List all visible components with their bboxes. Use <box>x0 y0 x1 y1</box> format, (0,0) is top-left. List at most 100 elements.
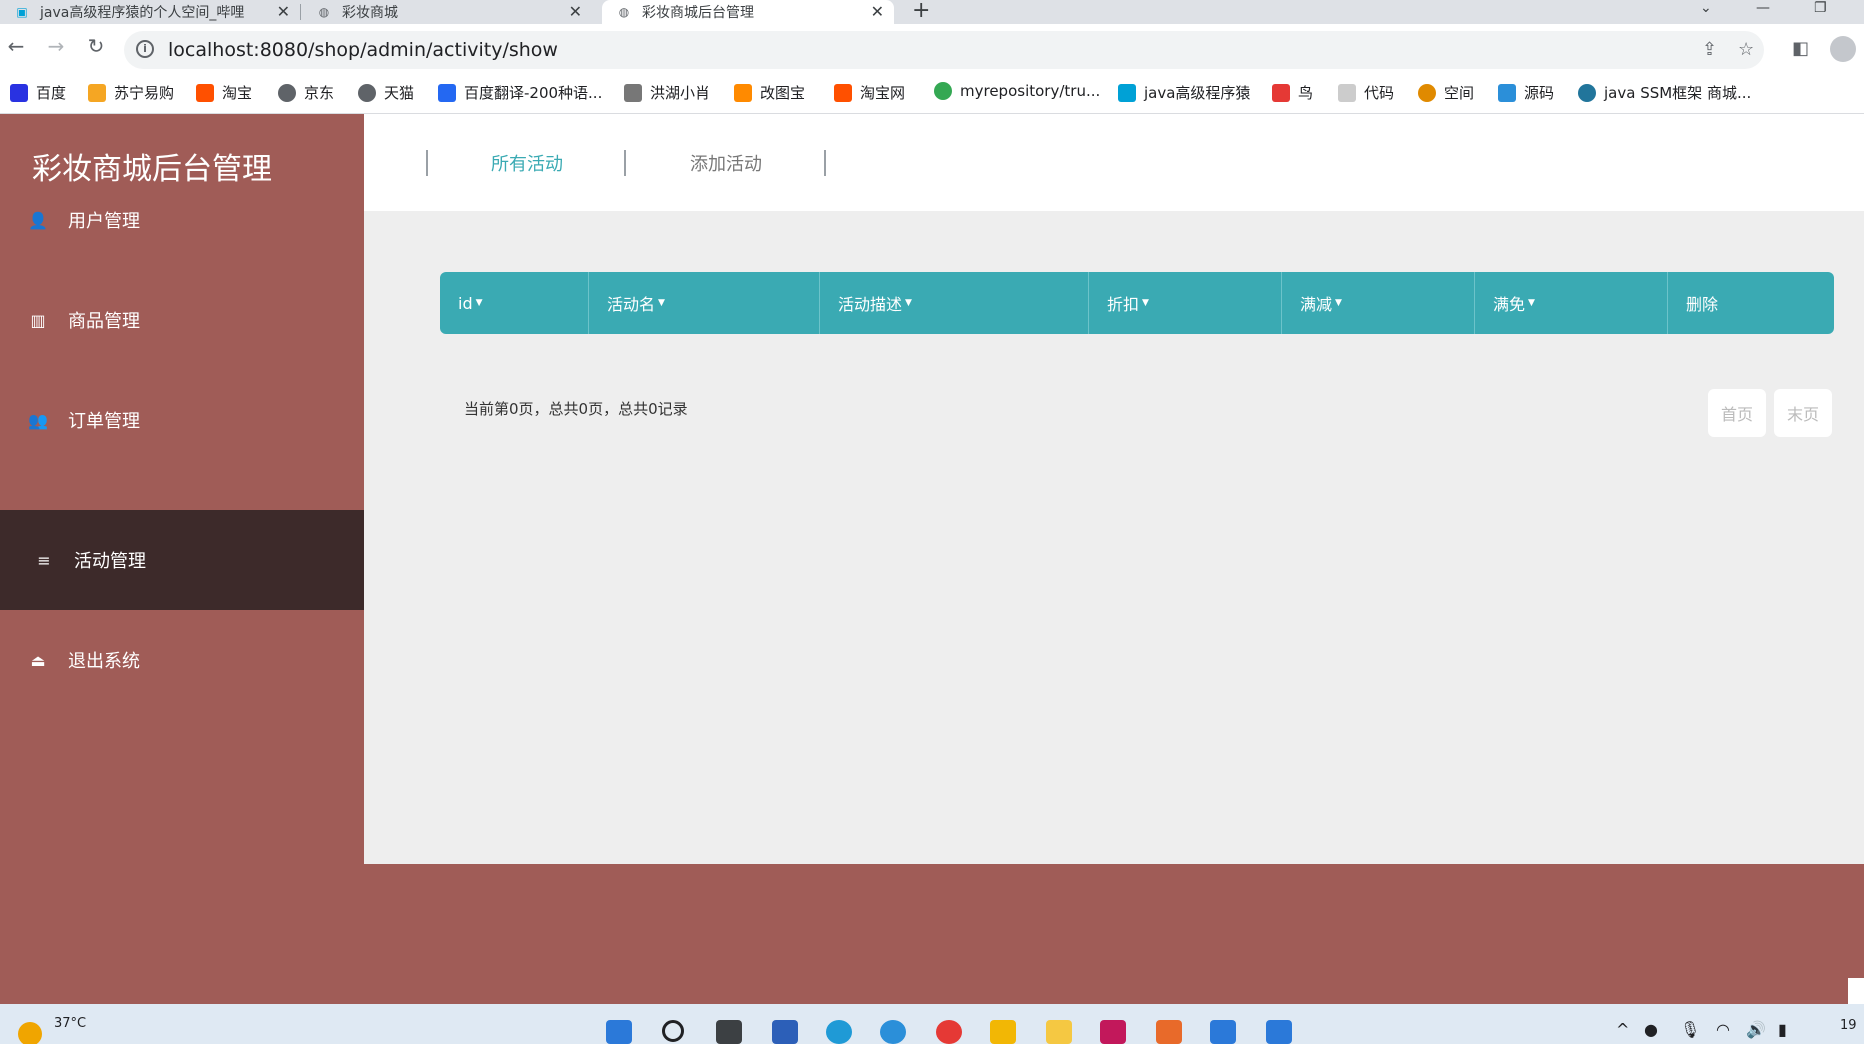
first-page-button[interactable]: 首页 <box>1708 389 1766 437</box>
bookmark-item[interactable]: 天猫 <box>358 82 414 103</box>
sidebar-item-activities[interactable]: ≡ 活动管理 <box>0 510 364 610</box>
bookmark-icon <box>1498 83 1516 102</box>
weather-sun-icon[interactable] <box>18 1022 42 1044</box>
close-icon[interactable]: ✕ <box>871 2 884 21</box>
battery-icon[interactable]: ▮ <box>1778 1020 1787 1039</box>
caret-down-icon: ▼ <box>1335 298 1342 308</box>
task-view-icon[interactable] <box>716 1020 742 1044</box>
microphone-icon[interactable]: 🎙 <box>1680 1020 1700 1039</box>
bookmark-item[interactable]: java SSM框架 商城... <box>1578 82 1751 103</box>
search-icon[interactable] <box>662 1020 684 1042</box>
browser-tab-bilibili[interactable]: ▣ java高级程序猿的个人空间_哔哩 ✕ <box>0 0 300 24</box>
bookmark-label: java高级程序猿 <box>1144 84 1251 102</box>
start-icon[interactable] <box>606 1020 632 1044</box>
sidebar-item-products[interactable]: ▥ 商品管理 <box>0 270 364 370</box>
bar-chart-icon: ▥ <box>30 310 46 330</box>
column-header-full-free[interactable]: 满免 ▼ <box>1475 272 1668 334</box>
intellij-icon[interactable] <box>1100 1020 1126 1044</box>
notepad-icon[interactable] <box>1266 1020 1292 1044</box>
sidebar-item-label: 退出系统 <box>68 651 140 672</box>
bookmark-item[interactable]: 源码 <box>1498 82 1554 103</box>
column-header-description[interactable]: 活动描述 ▼ <box>820 272 1089 334</box>
sidebar-item-logout[interactable]: ⏏ 退出系统 <box>0 610 364 710</box>
column-header-full-reduction[interactable]: 满减 ▼ <box>1282 272 1475 334</box>
side-panel-icon[interactable]: ◧ <box>1792 38 1809 59</box>
browser-toolbar: ← → ↻ i localhost:8080/shop/admin/activi… <box>0 24 1864 76</box>
bookmark-item[interactable]: 代码 <box>1338 82 1394 103</box>
bookmark-item[interactable]: myrepository/tru... <box>934 82 1100 100</box>
column-header-delete: 删除 <box>1686 295 1719 314</box>
close-icon[interactable]: ✕ <box>277 2 290 21</box>
tab-add-activity[interactable]: 添加活动 <box>690 150 762 176</box>
sidebar-item-label: 订单管理 <box>68 411 140 432</box>
sidebar-item-users[interactable]: 👤 用户管理 <box>0 170 364 270</box>
photos-icon[interactable] <box>1210 1020 1236 1044</box>
bilibili-icon: ▣ <box>16 5 28 19</box>
wifi-icon[interactable]: ◠ <box>1716 1020 1730 1039</box>
users-icon: 👥 <box>28 410 48 430</box>
bookmark-label: 百度 <box>36 84 67 102</box>
bookmark-item[interactable]: 空间 <box>1418 82 1474 103</box>
forward-icon[interactable]: → <box>44 34 68 58</box>
caret-down-icon: ▼ <box>1142 298 1149 308</box>
bookmark-item[interactable]: 京东 <box>278 82 334 103</box>
tab-search-icon[interactable]: ⌄ <box>1700 0 1712 16</box>
last-page-button[interactable]: 末页 <box>1774 389 1832 437</box>
bookmark-item[interactable]: java高级程序猿 <box>1118 82 1250 103</box>
qq-icon[interactable]: ● <box>1644 1020 1658 1039</box>
bookmark-item[interactable]: 鸟 <box>1272 82 1313 103</box>
folder-icon[interactable] <box>990 1020 1016 1044</box>
browser-icon[interactable] <box>880 1020 906 1044</box>
close-icon[interactable]: ✕ <box>569 2 582 21</box>
browser-tab-shop[interactable]: ◍ 彩妆商城 ✕ <box>302 0 592 24</box>
bookmark-label: 改图宝 <box>760 84 806 102</box>
site-info-icon[interactable]: i <box>136 40 154 58</box>
restore-icon[interactable]: ❐ <box>1814 0 1827 16</box>
bookmark-item[interactable]: 洪湖小肖 <box>624 82 710 103</box>
main-content: id ▼ 活动名 ▼ 活动描述 ▼ 折扣 ▼ 满减 ▼ 满免 ▼ 删除 当前第0页，总共0页… <box>364 211 1864 864</box>
minimize-icon[interactable]: — <box>1756 0 1770 16</box>
app-icon[interactable] <box>1046 1020 1072 1044</box>
volume-icon[interactable]: 🔊 <box>1746 1020 1766 1039</box>
column-header-discount[interactable]: 折扣 ▼ <box>1089 272 1282 334</box>
reload-icon[interactable]: ↻ <box>84 34 108 58</box>
bookmark-label: 源码 <box>1524 84 1555 102</box>
bookmark-item[interactable]: 苏宁易购 <box>88 82 174 103</box>
sidebar-item-orders[interactable]: 👥 订单管理 <box>0 370 364 470</box>
sidebar-item-label: 用户管理 <box>68 211 140 232</box>
chrome-icon[interactable] <box>936 1020 962 1044</box>
bookmark-item[interactable]: 淘宝网 <box>834 82 905 103</box>
edge-icon[interactable] <box>826 1020 852 1044</box>
scrollbar-thumb[interactable] <box>1848 978 1864 1004</box>
bookmark-icon <box>438 83 456 102</box>
column-header-id[interactable]: id ▼ <box>440 272 589 334</box>
profile-avatar[interactable] <box>1830 36 1856 62</box>
share-icon[interactable]: ⇪ <box>1702 39 1717 60</box>
nav-divider <box>426 150 428 176</box>
back-icon[interactable]: ← <box>4 34 28 58</box>
bookmark-item[interactable]: 百度翻译-200种语... <box>438 82 602 103</box>
browser-tab-admin[interactable]: ◍ 彩妆商城后台管理 ✕ <box>602 0 894 24</box>
caret-down-icon: ▼ <box>905 298 912 308</box>
database-icon: ≡ <box>37 550 51 570</box>
bookmark-icon <box>934 82 952 100</box>
address-bar[interactable]: i localhost:8080/shop/admin/activity/sho… <box>124 31 1764 69</box>
url-text[interactable]: localhost:8080/shop/admin/activity/show <box>168 39 558 61</box>
bookmark-item[interactable]: 改图宝 <box>734 82 805 103</box>
chevron-up-icon[interactable]: ^ <box>1616 1020 1629 1039</box>
new-tab-button[interactable]: + <box>912 0 930 23</box>
bookmark-label: 淘宝 <box>222 84 253 102</box>
column-header-name[interactable]: 活动名 ▼ <box>589 272 820 334</box>
star-icon[interactable]: ☆ <box>1738 39 1754 60</box>
bookmark-label: 代码 <box>1364 84 1395 102</box>
bookmark-icon <box>1272 83 1290 102</box>
app-icon[interactable] <box>772 1020 798 1044</box>
powerpoint-icon[interactable] <box>1156 1020 1182 1044</box>
bookmark-label: 京东 <box>304 84 335 102</box>
tab-all-activities[interactable]: 所有活动 <box>491 150 563 176</box>
bookmark-icon <box>88 83 106 102</box>
tab-title: java高级程序猿的个人空间_哔哩 <box>40 5 245 21</box>
bookmark-item[interactable]: 淘宝 <box>196 82 252 103</box>
bookmark-item[interactable]: 百度 <box>10 82 66 103</box>
browser-tab-bar: ▣ java高级程序猿的个人空间_哔哩 ✕ ◍ 彩妆商城 ✕ ◍ 彩妆商城后台管… <box>0 0 1864 24</box>
